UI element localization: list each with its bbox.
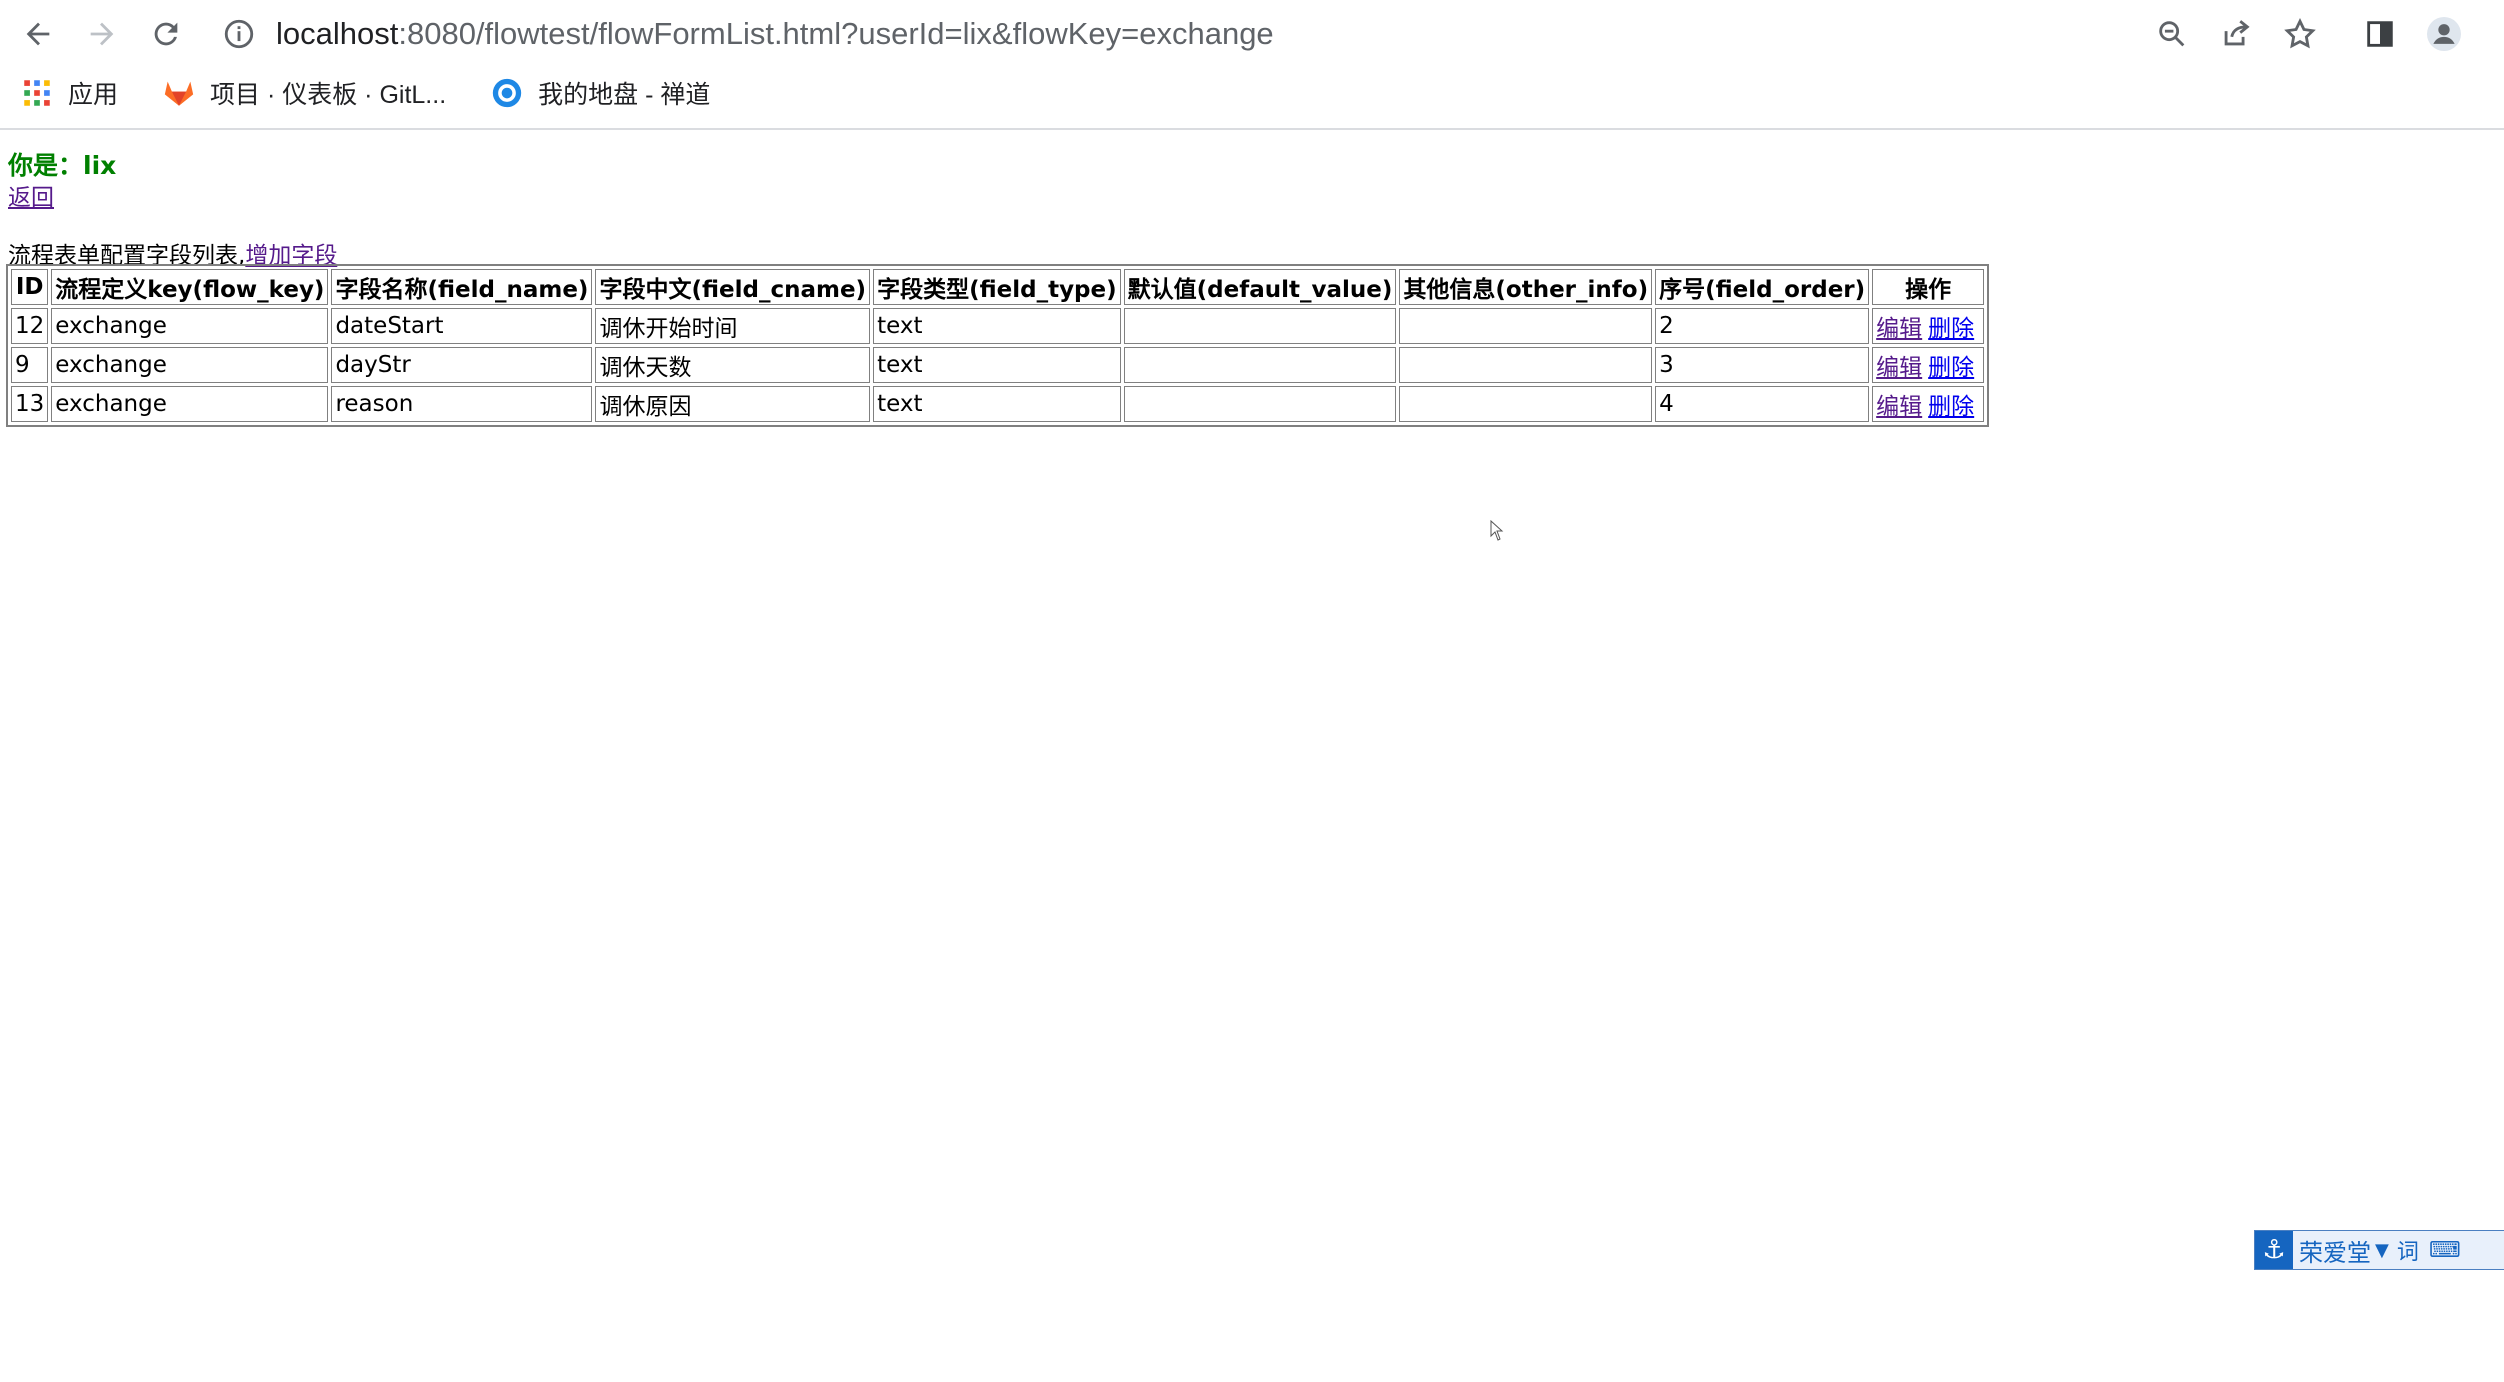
cell-field-type: text — [873, 308, 1121, 344]
zoom-icon[interactable] — [2148, 10, 2196, 58]
profile-avatar-icon[interactable] — [2420, 10, 2468, 58]
bookmark-apps[interactable]: 应用 — [20, 75, 118, 111]
cell-field-cname: 调休天数 — [595, 347, 871, 383]
cell-flow-key: exchange — [51, 308, 329, 344]
cell-actions: 编辑 删除 — [1872, 308, 1985, 344]
page-content: 你是：lix 返回 流程表单配置字段列表,增加字段 ID 流程定义key(flo… — [0, 130, 2504, 1382]
back-button[interactable] — [14, 10, 62, 58]
field-table: ID 流程定义key(flow_key) 字段名称(field_name) 字段… — [6, 264, 1990, 427]
cell-field-type: text — [873, 347, 1121, 383]
reload-button[interactable] — [142, 10, 190, 58]
side-panel-icon[interactable] — [2356, 10, 2404, 58]
table-row: 12 exchange dateStart 调休开始时间 text 2 编辑 删除 — [11, 308, 1985, 344]
cell-field-order: 3 — [1655, 347, 1870, 383]
cell-id: 12 — [11, 308, 49, 344]
header-other-info: 其他信息(other_info) — [1399, 269, 1653, 305]
cell-default-value — [1123, 308, 1397, 344]
bookmark-label: 应用 — [68, 81, 119, 109]
reload-icon — [154, 22, 178, 46]
header-field-order: 序号(field_order) — [1655, 269, 1870, 305]
arrow-left-icon — [26, 22, 50, 46]
bookmark-zentao[interactable]: 我的地盘 - 禅道 — [490, 75, 710, 111]
cell-other-info — [1399, 347, 1653, 383]
delete-link[interactable]: 删除 — [1928, 355, 1974, 381]
address-bar[interactable]: localhost:8080/flowtest/flowFormList.htm… — [222, 6, 2122, 62]
info-icon[interactable] — [222, 17, 256, 51]
cell-field-cname: 调休原因 — [595, 386, 871, 422]
edit-link[interactable]: 编辑 — [1876, 355, 1922, 381]
ime-anchor-icon[interactable]: ⚓ — [2255, 1231, 2293, 1269]
edit-link[interactable]: 编辑 — [1876, 394, 1922, 420]
header-actions: 操作 — [1872, 269, 1985, 305]
header-id: ID — [11, 269, 49, 305]
zentao-icon — [492, 78, 522, 108]
cell-id: 13 — [11, 386, 49, 422]
cell-id: 9 — [11, 347, 49, 383]
header-field-cname: 字段中文(field_cname) — [595, 269, 871, 305]
browser-chrome: localhost:8080/flowtest/flowFormList.htm… — [0, 0, 2504, 130]
arrow-right-icon — [90, 22, 114, 46]
share-icon[interactable] — [2212, 10, 2260, 58]
delete-link[interactable]: 删除 — [1928, 316, 1974, 342]
table-row: 13 exchange reason 调休原因 text 4 编辑 删除 — [11, 386, 1985, 422]
delete-link[interactable]: 删除 — [1928, 394, 1974, 420]
header-flow-key: 流程定义key(flow_key) — [51, 269, 329, 305]
cell-default-value — [1123, 347, 1397, 383]
bookmark-label: 我的地盘 - 禅道 — [538, 81, 711, 109]
cell-other-info — [1399, 386, 1653, 422]
mouse-cursor-icon — [1490, 520, 1504, 541]
table-row: 9 exchange dayStr 调休天数 text 3 编辑 删除 — [11, 347, 1985, 383]
url-host: localhost — [276, 16, 399, 51]
cell-field-order: 2 — [1655, 308, 1870, 344]
cell-field-order: 4 — [1655, 386, 1870, 422]
cell-actions: 编辑 删除 — [1872, 347, 1985, 383]
cell-field-name: dateStart — [331, 308, 593, 344]
header-field-type: 字段类型(field_type) — [873, 269, 1121, 305]
back-link[interactable]: 返回 — [8, 178, 54, 212]
ime-word-button[interactable]: 词 — [2397, 1234, 2419, 1266]
cell-flow-key: exchange — [51, 347, 329, 383]
bookmark-gitlab[interactable]: 项目 · 仪表板 · GitL... — [162, 75, 446, 111]
bookmarks-bar: 应用 项目 · 仪表板 · GitL... 我的地盘 - 禅道 — [0, 68, 2504, 118]
current-user-label: 你是：lix — [8, 151, 117, 180]
cell-default-value — [1123, 386, 1397, 422]
bookmark-star-icon[interactable] — [2276, 10, 2324, 58]
table-header-row: ID 流程定义key(flow_key) 字段名称(field_name) 字段… — [11, 269, 1985, 305]
cell-field-name: reason — [331, 386, 593, 422]
cell-field-type: text — [873, 386, 1121, 422]
apps-grid-icon — [24, 80, 50, 106]
cell-flow-key: exchange — [51, 386, 329, 422]
cell-actions: 编辑 删除 — [1872, 386, 1985, 422]
ime-dropdown-icon[interactable]: ▼ — [2375, 1240, 2389, 1261]
cell-field-cname: 调休开始时间 — [595, 308, 871, 344]
header-default-value: 默认值(default_value) — [1123, 269, 1397, 305]
header-field-name: 字段名称(field_name) — [331, 269, 593, 305]
ime-toolbar[interactable]: ⚓ 荣爱堂 ▼ 词 ⌨ — [2254, 1230, 2504, 1270]
cell-field-name: dayStr — [331, 347, 593, 383]
forward-button[interactable] — [78, 10, 126, 58]
edit-link[interactable]: 编辑 — [1876, 316, 1922, 342]
ime-keyboard-icon[interactable]: ⌨ — [2429, 1238, 2461, 1263]
url-text[interactable]: localhost:8080/flowtest/flowFormList.htm… — [276, 16, 1274, 52]
url-path: :8080/flowtest/flowFormList.html?userId=… — [398, 16, 1274, 51]
cell-other-info — [1399, 308, 1653, 344]
gitlab-icon — [164, 81, 194, 106]
bookmark-label: 项目 · 仪表板 · GitL... — [210, 81, 447, 109]
ime-label[interactable]: 荣爱堂 — [2299, 1233, 2371, 1268]
